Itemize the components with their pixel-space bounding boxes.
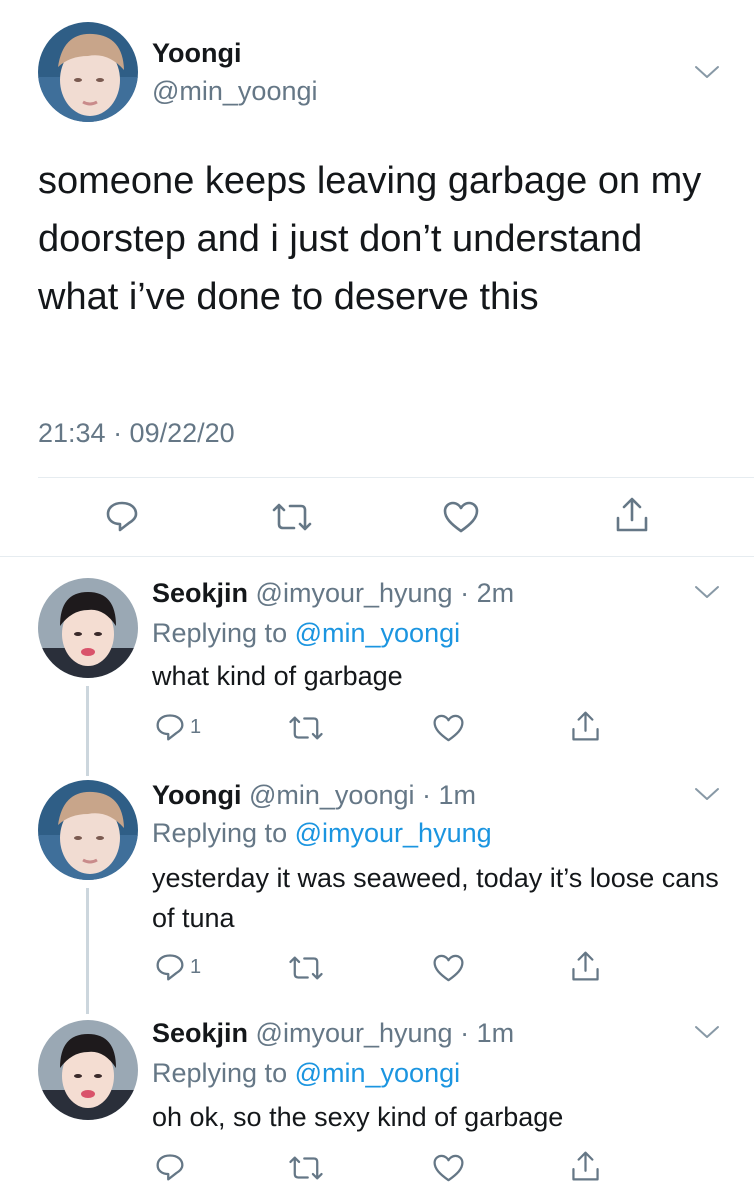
avatar[interactable]: [38, 578, 138, 678]
heart-icon[interactable]: [432, 953, 465, 983]
replying-to-label: Replying to: [152, 1058, 288, 1088]
reply-time[interactable]: · 2m: [460, 578, 514, 608]
replying-to-label: Replying to: [152, 618, 288, 648]
tweet-text: someone keeps leaving garbage on my door…: [38, 160, 702, 318]
reply-count: 1: [190, 956, 202, 978]
avatar[interactable]: [38, 780, 138, 880]
replying-to-link[interactable]: @min_yoongi: [295, 618, 461, 648]
display-name[interactable]: Seokjin: [152, 1018, 248, 1048]
reply-time[interactable]: · 1m: [422, 780, 476, 810]
replying-to: Replying to @min_yoongi: [152, 1058, 460, 1089]
display-name[interactable]: Yoongi: [152, 38, 241, 69]
display-name[interactable]: Seokjin: [152, 578, 248, 608]
reply-header: Yoongi @min_yoongi · 1m: [152, 780, 476, 811]
reply-icon[interactable]: [155, 1152, 185, 1182]
share-icon[interactable]: [570, 1150, 601, 1183]
share-icon[interactable]: [614, 496, 650, 534]
user-handle[interactable]: @min_yoongi: [152, 76, 318, 107]
retweet-icon[interactable]: [287, 1153, 325, 1183]
thread-line: [86, 888, 89, 1014]
replying-to-link[interactable]: @imyour_hyung: [295, 818, 492, 848]
user-handle[interactable]: @imyour_hyung: [256, 578, 453, 608]
replying-to-link[interactable]: @min_yoongi: [295, 1058, 461, 1088]
reply-icon[interactable]: [155, 712, 185, 742]
share-icon[interactable]: [570, 710, 601, 743]
thread-line: [86, 686, 89, 776]
reply-icon[interactable]: [155, 952, 185, 982]
replying-to-label: Replying to: [152, 818, 288, 848]
divider: [0, 556, 754, 557]
replying-to: Replying to @min_yoongi: [152, 618, 460, 649]
share-icon[interactable]: [570, 950, 601, 983]
chevron-down-icon[interactable]: [694, 584, 720, 600]
reply-icon[interactable]: [105, 499, 139, 533]
reply-text: yesterday it was seaweed, today it’s loo…: [152, 863, 719, 933]
reply-text: what kind of garbage: [152, 661, 403, 691]
heart-icon[interactable]: [442, 500, 480, 534]
display-name[interactable]: Yoongi: [152, 780, 241, 810]
heart-icon[interactable]: [432, 713, 465, 743]
avatar[interactable]: [38, 22, 138, 122]
chevron-down-icon[interactable]: [694, 1024, 720, 1040]
replying-to: Replying to @imyour_hyung: [152, 818, 492, 849]
reply-header: Seokjin @imyour_hyung · 1m: [152, 1018, 514, 1049]
retweet-icon[interactable]: [270, 500, 314, 534]
chevron-down-icon[interactable]: [694, 786, 720, 802]
reply-header: Seokjin @imyour_hyung · 2m: [152, 578, 514, 609]
retweet-icon[interactable]: [287, 713, 325, 743]
avatar[interactable]: [38, 1020, 138, 1120]
chevron-down-icon[interactable]: [694, 64, 720, 80]
user-handle[interactable]: @min_yoongi: [249, 780, 415, 810]
user-handle[interactable]: @imyour_hyung: [256, 1018, 453, 1048]
divider: [38, 477, 754, 478]
reply-count: 1: [190, 716, 202, 738]
reply-text: oh ok, so the sexy kind of garbage: [152, 1102, 564, 1132]
heart-icon[interactable]: [432, 1153, 465, 1183]
retweet-icon[interactable]: [287, 953, 325, 983]
reply-time[interactable]: · 1m: [460, 1018, 514, 1048]
tweet-timestamp[interactable]: 21:34 · 09/22/20: [38, 418, 235, 449]
